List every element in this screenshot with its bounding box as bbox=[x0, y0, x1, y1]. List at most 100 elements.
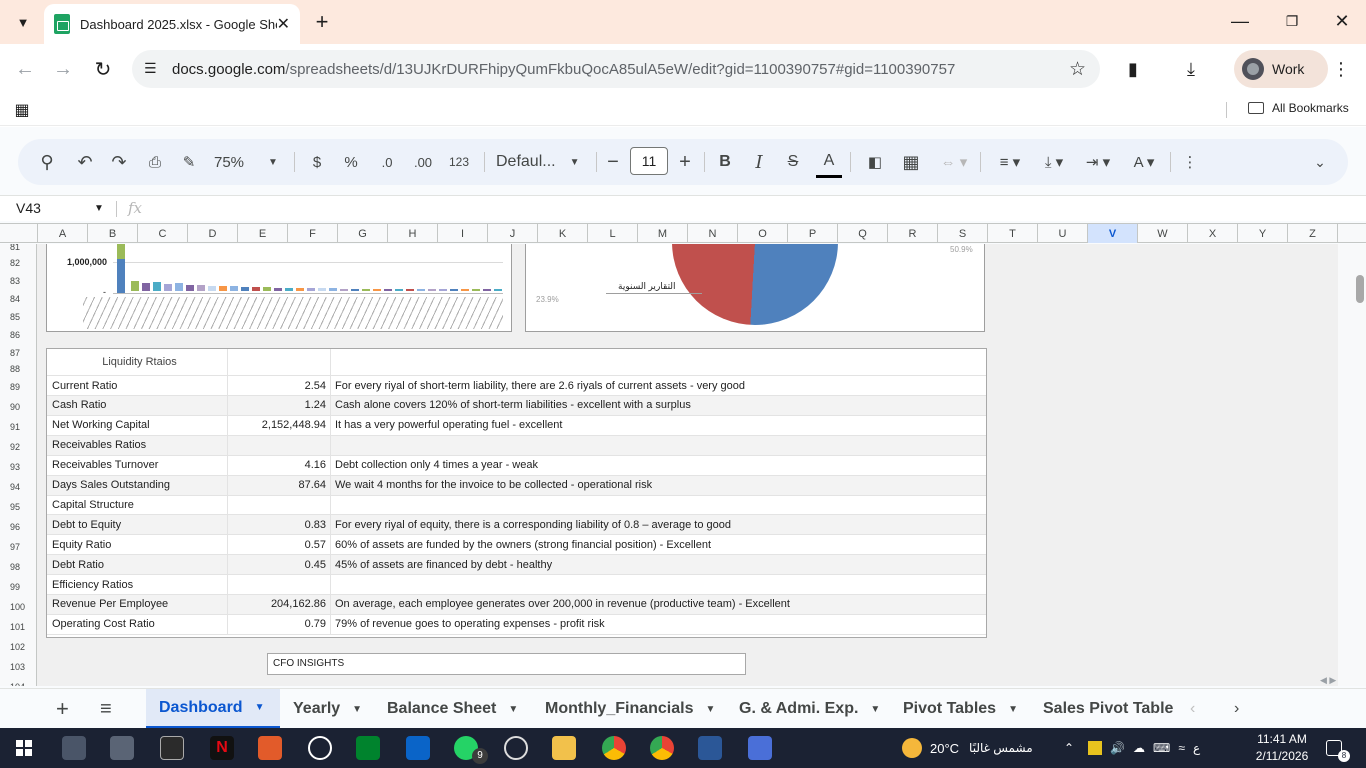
chevron-down-icon[interactable]: ▼ bbox=[705, 704, 715, 715]
forward-icon[interactable]: → bbox=[48, 54, 78, 84]
close-window-icon[interactable]: ✕ bbox=[1322, 6, 1362, 36]
back-icon[interactable]: ← bbox=[10, 54, 40, 84]
column-header[interactable]: R bbox=[888, 224, 938, 243]
vertical-align-icon[interactable]: ⤓ ▾ bbox=[1034, 139, 1074, 185]
column-header[interactable]: X bbox=[1188, 224, 1238, 243]
row-header[interactable]: 87 bbox=[0, 348, 36, 358]
font-select[interactable]: Defaul... ▼ bbox=[496, 139, 586, 185]
vertical-scrollbar[interactable] bbox=[1338, 244, 1366, 686]
row-header[interactable]: 99 bbox=[0, 582, 36, 592]
merge-cells-icon[interactable]: ⇔ ▾ bbox=[934, 139, 974, 185]
text-color-button[interactable]: A bbox=[816, 146, 842, 178]
column-header[interactable]: D bbox=[188, 224, 238, 243]
hscroll-arrows[interactable]: ◀ ▶ bbox=[1320, 675, 1336, 686]
column-header[interactable]: U bbox=[1038, 224, 1088, 243]
chevron-up-icon[interactable]: ⌃ bbox=[1064, 741, 1074, 755]
chevron-down-icon[interactable]: ▼ bbox=[870, 704, 880, 715]
row-header[interactable]: 98 bbox=[0, 562, 36, 572]
column-header[interactable]: O bbox=[738, 224, 788, 243]
add-sheet-button[interactable]: + bbox=[56, 689, 80, 729]
column-header[interactable]: B bbox=[88, 224, 138, 243]
tab-search-button[interactable]: ▼ bbox=[8, 8, 38, 36]
currency-format-button[interactable]: $ bbox=[306, 139, 328, 185]
bold-button[interactable]: B bbox=[714, 139, 736, 185]
sheet-tab[interactable]: Yearly ▼ bbox=[280, 689, 374, 729]
app-icon[interactable] bbox=[258, 736, 282, 760]
column-header[interactable]: V bbox=[1088, 224, 1138, 243]
browser-tab-active[interactable]: Dashboard 2025.xlsx - Google She ✕ bbox=[44, 4, 300, 44]
minimize-icon[interactable]: — bbox=[1220, 6, 1260, 36]
row-header[interactable]: 97 bbox=[0, 542, 36, 552]
speaker-icon[interactable]: 🔊 bbox=[1110, 741, 1125, 755]
fill-color-icon[interactable]: ◧ bbox=[862, 139, 888, 185]
column-header[interactable]: J bbox=[488, 224, 538, 243]
italic-button[interactable]: I bbox=[748, 139, 770, 185]
decrease-decimal-button[interactable]: .0 bbox=[374, 139, 400, 185]
pie-chart[interactable]: التقارير السنوية 23.9% 50.9% bbox=[525, 244, 985, 332]
row-header[interactable]: 82 bbox=[0, 258, 36, 268]
netflix-icon[interactable]: N bbox=[210, 736, 234, 760]
column-header[interactable]: A bbox=[38, 224, 88, 243]
profile-chip[interactable]: Work bbox=[1234, 50, 1328, 88]
keyboard-icon[interactable]: ⌨ bbox=[1153, 741, 1170, 755]
apps-grid-icon[interactable]: ▦ bbox=[10, 98, 34, 122]
select-all-corner[interactable] bbox=[0, 224, 38, 243]
more-options-icon[interactable]: ⋮ bbox=[1178, 139, 1202, 185]
column-header[interactable]: G bbox=[338, 224, 388, 243]
system-tray[interactable]: ⌃ 🔊 ☁ ⌨ ≈ ع bbox=[1064, 728, 1208, 768]
increase-decimal-button[interactable]: .00 bbox=[408, 139, 438, 185]
text-wrap-icon[interactable]: ⇥ ▾ bbox=[1078, 139, 1118, 185]
strikethrough-button[interactable]: S bbox=[782, 139, 804, 185]
sheet-tab[interactable]: Monthly_Financials ▼ bbox=[532, 689, 726, 729]
row-header[interactable]: 83 bbox=[0, 276, 36, 286]
row-header[interactable]: 89 bbox=[0, 382, 36, 392]
percent-format-button[interactable]: % bbox=[340, 139, 362, 185]
new-tab-button[interactable]: + bbox=[308, 6, 336, 38]
downloads-icon[interactable]: ⤓ bbox=[1176, 54, 1206, 84]
app-tray-icon[interactable] bbox=[1088, 741, 1103, 755]
all-bookmarks-link[interactable]: All Bookmarks bbox=[1248, 101, 1349, 115]
column-header[interactable]: M bbox=[638, 224, 688, 243]
column-header[interactable]: E bbox=[238, 224, 288, 243]
chevron-down-icon[interactable]: ▼ bbox=[352, 704, 362, 715]
row-header[interactable]: 81 bbox=[0, 244, 36, 252]
app-icon[interactable] bbox=[504, 736, 528, 760]
sheet-tab[interactable]: Dashboard ▼ bbox=[146, 689, 280, 729]
chrome-icon[interactable] bbox=[650, 736, 674, 760]
column-header[interactable]: N bbox=[688, 224, 738, 243]
row-header[interactable]: 94 bbox=[0, 482, 36, 492]
app-icon[interactable] bbox=[160, 736, 184, 760]
font-size-increase-button[interactable]: + bbox=[674, 139, 696, 185]
row-header[interactable]: 86 bbox=[0, 330, 36, 340]
chevron-down-icon[interactable]: ▼ bbox=[255, 702, 265, 713]
zoom-select[interactable]: 75% ▼ bbox=[214, 139, 284, 185]
reload-icon[interactable]: ↻ bbox=[88, 54, 118, 84]
wifi-icon[interactable]: ≈ bbox=[1178, 741, 1185, 755]
column-header[interactable]: C bbox=[138, 224, 188, 243]
sheet-grid[interactable]: 1,000,000 - التقارير السنوية 23.9% 50.9%… bbox=[0, 244, 1338, 686]
row-header[interactable]: 101 bbox=[0, 622, 36, 632]
all-sheets-button[interactable]: ≡ bbox=[100, 689, 124, 729]
column-header[interactable]: I bbox=[438, 224, 488, 243]
undo-icon[interactable]: ↶ bbox=[70, 139, 100, 185]
column-header[interactable]: H bbox=[388, 224, 438, 243]
row-header[interactable]: 104 bbox=[0, 682, 36, 686]
extensions-icon[interactable]: ▮ bbox=[1118, 54, 1148, 84]
weather-widget[interactable]: 20°C مشمس غالبًا bbox=[902, 728, 1033, 768]
search-menus-icon[interactable]: ⚲ bbox=[32, 139, 62, 185]
calculator-icon[interactable] bbox=[62, 736, 86, 760]
redo-icon[interactable]: ↷ bbox=[104, 139, 134, 185]
row-header[interactable]: 100 bbox=[0, 602, 36, 612]
row-header[interactable]: 88 bbox=[0, 364, 36, 374]
column-header[interactable]: Q bbox=[838, 224, 888, 243]
clock[interactable]: 11:41 AM 2/11/2026 bbox=[1254, 731, 1310, 765]
column-header[interactable]: L bbox=[588, 224, 638, 243]
chevron-down-icon[interactable]: ▼ bbox=[94, 203, 104, 214]
camera-icon[interactable] bbox=[110, 736, 134, 760]
bookmark-star-icon[interactable]: ☆ bbox=[1069, 58, 1086, 81]
word-icon[interactable] bbox=[698, 736, 722, 760]
app-icon[interactable] bbox=[748, 736, 772, 760]
bar-chart[interactable]: 1,000,000 - bbox=[46, 244, 512, 332]
column-header[interactable]: P bbox=[788, 224, 838, 243]
row-header[interactable]: 95 bbox=[0, 502, 36, 512]
